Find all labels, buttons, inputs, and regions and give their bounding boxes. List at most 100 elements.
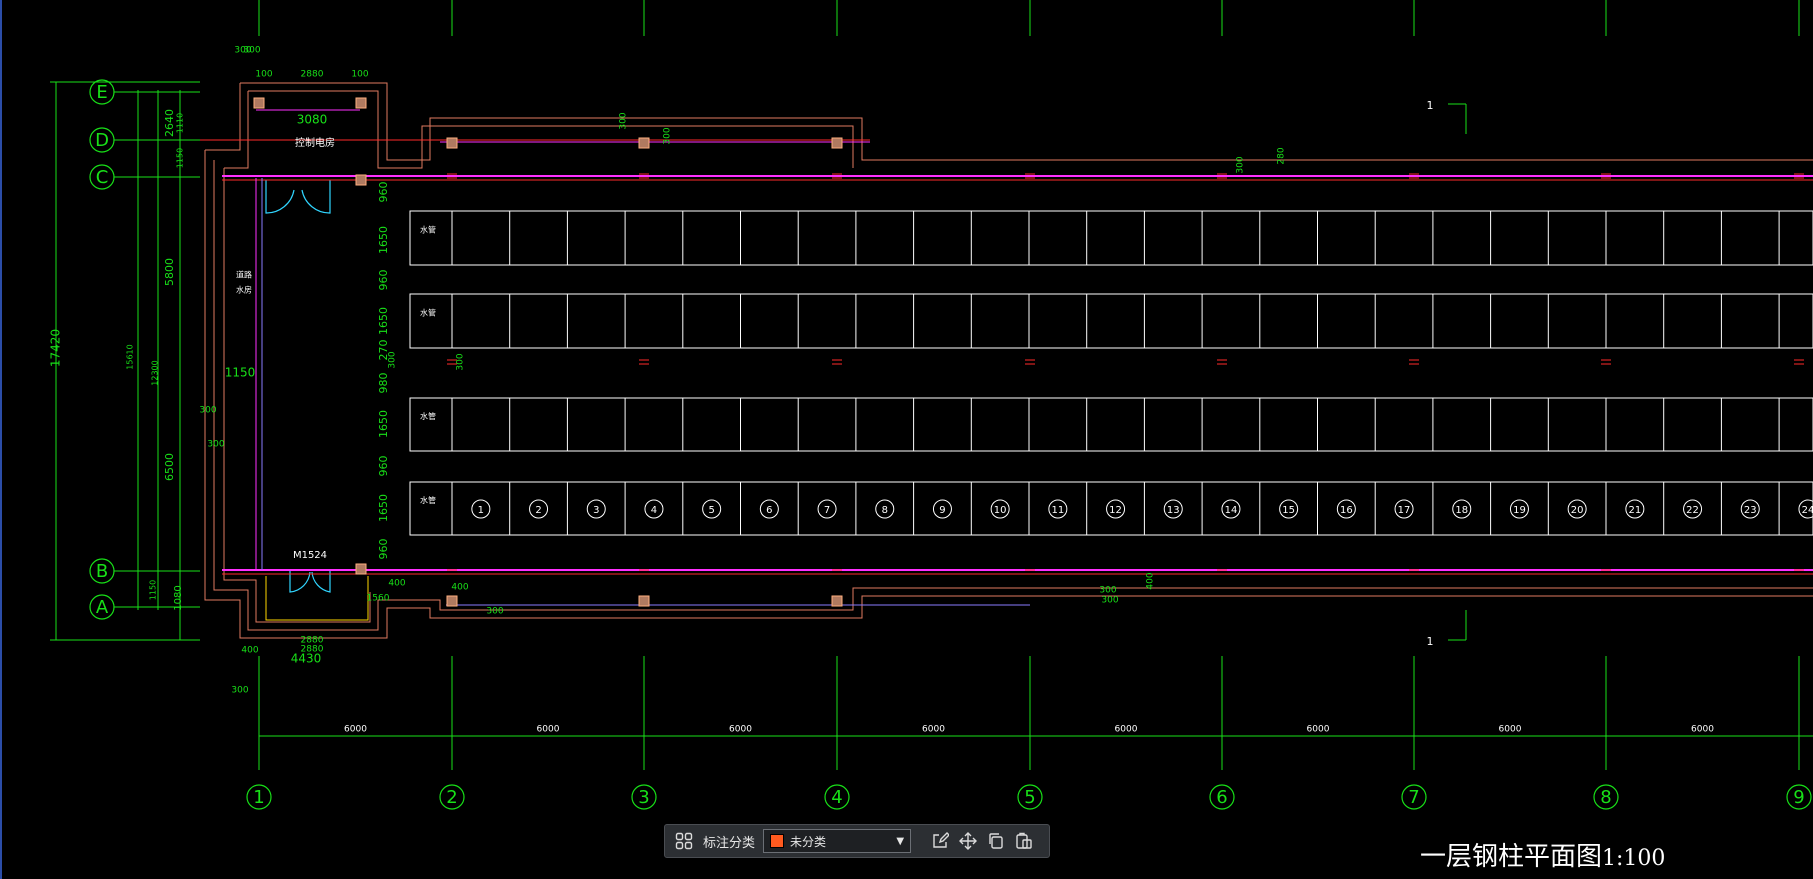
drawing-title-block: 一层钢柱平面图1:100 — [1420, 836, 1665, 873]
cad-canvas[interactable]: 6000 6000 6000 6000 6000 6000 6000 6000 17420 264… — [0, 0, 1813, 879]
dim-label: 17420 — [49, 329, 63, 367]
wall-outline — [224, 91, 249, 169]
wall-outlines — [204, 82, 1813, 639]
dim-label: 4430 — [291, 652, 322, 666]
room-label-side: 水房 — [236, 285, 252, 295]
bay-dim-label: 6000 — [537, 725, 560, 735]
steel-column — [253, 97, 265, 109]
dim-label: 12300 — [151, 360, 160, 385]
parking-number: 4 — [651, 505, 657, 516]
parking-number: 9 — [939, 505, 945, 516]
dim-label: 2880 — [301, 70, 324, 80]
dim-label: 300 — [456, 353, 466, 370]
parking-number: 22 — [1686, 505, 1699, 516]
copy-icon[interactable] — [985, 830, 1007, 852]
dim-label: 15610 — [126, 344, 135, 369]
parking-number: 7 — [824, 505, 830, 516]
room-label-side: 道路 — [236, 270, 252, 280]
parking-row — [409, 293, 1813, 349]
room-labels: 水管水管水管水管1 2 3 4 5 6 7 8 9 10 11 12 13 14 15 16 17 18 19 20 2… — [236, 99, 1813, 648]
steel-column — [638, 595, 650, 607]
dim-label: 300 — [207, 440, 224, 450]
dim-label: 400 — [388, 579, 405, 589]
bay-dim-label: 6000 — [1307, 725, 1330, 735]
dim-label: 1080 — [173, 585, 184, 610]
steel-column — [446, 595, 458, 607]
axis-bubble-label: B — [96, 561, 108, 582]
category-value: 未分类 — [790, 834, 827, 849]
bay-dim-label: 6000 — [1691, 725, 1714, 735]
parking-number: 14 — [1225, 505, 1238, 516]
section-mark: 1 — [1427, 635, 1434, 648]
axis-bubble-label: 6 — [1216, 787, 1227, 808]
parking-cells — [409, 210, 1813, 536]
axis-bubble-label: E — [96, 82, 107, 103]
bay-dim-label: 6000 — [1115, 725, 1138, 735]
axis-bubble-label: 4 — [831, 787, 842, 808]
dim-label: 1110 — [176, 113, 185, 133]
dim-label: 1150 — [149, 580, 158, 600]
dim-label: 400 — [241, 646, 258, 656]
dim-label: 400 — [451, 583, 468, 593]
room-outline — [265, 576, 369, 621]
bay-dim-label: 6000 — [922, 725, 945, 735]
dim-label: 6500 — [163, 453, 176, 481]
axis-bubbles: 1 2 3 4 5 6 7 8 9EDCBA — [89, 79, 1812, 810]
wall-outline — [248, 90, 854, 169]
axis-bubble-label: C — [96, 167, 109, 188]
steel-column — [831, 595, 843, 607]
chevron-down-icon: ▼ — [896, 835, 905, 847]
dim-label: 1650 — [377, 494, 390, 522]
dim-label: 300 — [663, 127, 673, 144]
axis-bubble-label: D — [95, 130, 109, 151]
parking-number: 24 — [1802, 505, 1813, 516]
dim-label: 1650 — [377, 410, 390, 438]
dim-label: 2640 — [163, 109, 176, 137]
dim-label: 1560 — [367, 594, 390, 604]
door-swing — [289, 570, 331, 593]
dim-label: 1150 — [225, 366, 256, 380]
drawing-scale: 1:100 — [1602, 846, 1666, 871]
door-swing — [265, 180, 331, 214]
paste-icon[interactable] — [1013, 830, 1035, 852]
axis-bubble-label: 7 — [1408, 787, 1419, 808]
beam-lines — [200, 97, 1813, 607]
parking-number: 15 — [1282, 505, 1295, 516]
dim-label: 300 — [231, 686, 248, 696]
wall-outline — [213, 160, 1813, 631]
dim-label: 300 — [243, 46, 260, 56]
parking-number: 11 — [1051, 505, 1064, 516]
axis-bubble-label: A — [96, 597, 109, 618]
dim-label: 1650 — [377, 307, 390, 335]
steel-column — [355, 97, 367, 109]
dim-label: 300 — [1099, 586, 1116, 596]
door-label: M1524 — [293, 550, 327, 561]
dim-label: 2880 — [301, 636, 324, 646]
category-select[interactable]: 未分类 ▼ — [763, 829, 912, 853]
dim-label: 3080 — [297, 113, 328, 127]
dim-label: 1650 — [377, 226, 390, 254]
dim-label: 100 — [255, 70, 272, 80]
dim-label: 960 — [377, 270, 390, 291]
category-color-swatch — [770, 834, 785, 848]
wall-outline — [240, 82, 1813, 161]
steel-column — [638, 137, 650, 149]
bay-dim-label: 6000 — [1499, 725, 1522, 735]
floor-plan-drawing[interactable]: 6000 6000 6000 6000 6000 6000 6000 600017420264… — [0, 0, 1813, 879]
drawing-title: 一层钢柱平面图 — [1420, 842, 1603, 872]
parking-number: 20 — [1571, 505, 1584, 516]
edit-icon[interactable] — [929, 830, 951, 852]
dim-label: 400 — [1146, 572, 1156, 589]
section-mark: 1 — [1427, 99, 1434, 112]
parking-number: 19 — [1513, 505, 1526, 516]
steel-column — [355, 563, 367, 575]
annotation-toolbar: 标注分类 未分类 ▼ — [664, 824, 1050, 858]
dim-label: 960 — [377, 539, 390, 560]
parking-number: 8 — [882, 505, 888, 516]
grid-icon[interactable] — [673, 830, 695, 852]
dim-label: 960 — [377, 182, 390, 203]
wall-outline — [204, 150, 1813, 639]
move-icon[interactable] — [957, 830, 979, 852]
axis-bubble-label: 9 — [1793, 787, 1804, 808]
parking-number: 13 — [1167, 505, 1180, 516]
